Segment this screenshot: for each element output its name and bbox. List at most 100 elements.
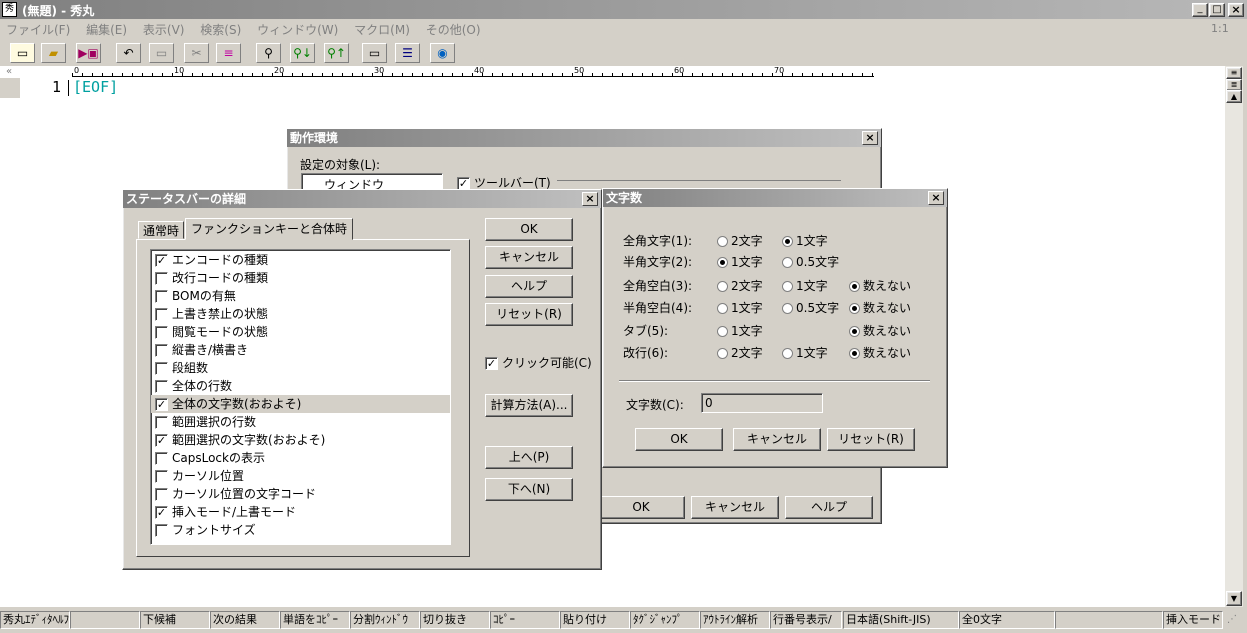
close-button[interactable]: × bbox=[1228, 3, 1244, 17]
radio-button[interactable] bbox=[717, 303, 728, 314]
list-item-checkbox[interactable]: ✓ bbox=[155, 254, 168, 267]
list-item-checkbox[interactable] bbox=[155, 308, 168, 321]
status-help-button[interactable]: ヘルプ bbox=[485, 275, 573, 298]
list-item[interactable]: ✓ エンコードの種類 bbox=[151, 251, 450, 269]
count-option[interactable]: 1文字 bbox=[717, 299, 763, 316]
list-item-checkbox[interactable] bbox=[155, 524, 168, 537]
status-item-list[interactable]: ✓ エンコードの種類 改行コードの種類 BOMの有無 上書き禁止の状態 閲覧モード… bbox=[150, 249, 451, 545]
count-ok-button[interactable]: OK bbox=[635, 428, 723, 451]
find-up-icon[interactable]: ⚲↑ bbox=[324, 43, 349, 63]
count-option[interactable]: 0.5文字 bbox=[782, 253, 839, 270]
list-item-checkbox[interactable] bbox=[155, 452, 168, 465]
move-down-button[interactable]: 下へ(N) bbox=[485, 478, 573, 501]
list-item[interactable]: 上書き禁止の状態 bbox=[151, 305, 450, 323]
list-item-checkbox[interactable] bbox=[155, 326, 168, 339]
fkey-9[interactable]: 貼り付け bbox=[560, 611, 630, 629]
list-item[interactable]: 段組数 bbox=[151, 359, 450, 377]
count-option[interactable]: 2文字 bbox=[717, 277, 763, 294]
list-item-checkbox[interactable] bbox=[155, 362, 168, 375]
menu-view[interactable]: 表示(V) bbox=[143, 23, 185, 37]
count-option[interactable]: 数えない bbox=[849, 344, 911, 361]
env-help-button[interactable]: ヘルプ bbox=[785, 496, 873, 519]
env-dialog-close-icon[interactable]: × bbox=[862, 131, 878, 145]
radio-button[interactable] bbox=[849, 303, 860, 314]
count-option[interactable]: 1文字 bbox=[782, 232, 828, 249]
tab-normal[interactable]: 通常時 bbox=[138, 221, 185, 239]
tag-window-icon[interactable]: ▭ bbox=[362, 43, 387, 63]
count-option[interactable]: 1文字 bbox=[717, 253, 763, 270]
fkey-2[interactable] bbox=[70, 611, 140, 629]
vertical-scrollbar[interactable]: ≡ ≣ ▲ ▼ bbox=[1225, 66, 1243, 607]
env-ok-button[interactable]: OK bbox=[597, 496, 685, 519]
menu-window[interactable]: ウィンドウ(W) bbox=[257, 23, 338, 37]
radio-button[interactable] bbox=[717, 326, 728, 337]
clickable-checkbox-box[interactable]: ✓ bbox=[485, 357, 498, 370]
split-handle-icon[interactable]: ≡ bbox=[1226, 67, 1242, 79]
menu-search[interactable]: 検索(S) bbox=[200, 23, 241, 37]
fkey-1[interactable]: 秀丸ｴﾃﾞｨﾀﾍﾙﾌﾟ bbox=[0, 611, 70, 629]
radio-button[interactable] bbox=[849, 281, 860, 292]
char-count-status[interactable]: 全0文字 bbox=[959, 611, 1055, 629]
count-option[interactable]: 0.5文字 bbox=[782, 299, 839, 316]
count-option[interactable]: 数えない bbox=[849, 299, 911, 316]
list-item[interactable]: カーソル位置の文字コード bbox=[151, 485, 450, 503]
tab-function-key[interactable]: ファンクションキーと合体時 bbox=[185, 218, 354, 240]
fkey-6[interactable]: 分割ｳｨﾝﾄﾞｳ bbox=[350, 611, 420, 629]
scroll-up-arrow-icon[interactable]: ▲ bbox=[1226, 90, 1242, 103]
count-reset-button[interactable]: リセット(R) bbox=[827, 428, 915, 451]
split-window-icon[interactable]: ☰ bbox=[395, 43, 420, 63]
open-folder-icon[interactable]: ▰ bbox=[41, 43, 66, 63]
list-item-checkbox[interactable] bbox=[155, 488, 168, 501]
menu-other[interactable]: その他(O) bbox=[426, 23, 481, 37]
radio-button[interactable] bbox=[717, 348, 728, 359]
move-up-button[interactable]: 上へ(P) bbox=[485, 446, 573, 469]
maximize-button[interactable]: □ bbox=[1209, 3, 1225, 17]
fkey-7[interactable]: 切り抜き bbox=[420, 611, 490, 629]
fkey-12[interactable]: 行番号表示/ bbox=[770, 611, 842, 629]
list-item[interactable]: BOMの有無 bbox=[151, 287, 450, 305]
fkey-8[interactable]: ｺﾋﾟｰ bbox=[490, 611, 560, 629]
undo-icon[interactable]: ↶ bbox=[116, 43, 141, 63]
status-dialog-close-icon[interactable]: × bbox=[582, 192, 598, 206]
fkey-10[interactable]: ﾀｸﾞｼﾞｬﾝﾌﾟ bbox=[630, 611, 700, 629]
menu-macro[interactable]: マクロ(M) bbox=[354, 23, 410, 37]
list-item[interactable]: カーソル位置 bbox=[151, 467, 450, 485]
list-item[interactable]: CapsLockの表示 bbox=[151, 449, 450, 467]
radio-button[interactable] bbox=[717, 236, 728, 247]
list-item-checkbox[interactable] bbox=[155, 290, 168, 303]
help-icon[interactable]: ◉ bbox=[430, 43, 455, 63]
fkey-11[interactable]: ｱｳﾄﾗｲﾝ解析 bbox=[700, 611, 770, 629]
app-icon[interactable]: 秀 bbox=[2, 2, 17, 17]
radio-button[interactable] bbox=[782, 303, 793, 314]
list-item-checkbox[interactable]: ✓ bbox=[155, 434, 168, 447]
char-count-close-icon[interactable]: × bbox=[928, 191, 944, 205]
clickable-checkbox[interactable]: ✓ クリック可能(C) bbox=[485, 354, 592, 371]
insert-mode-status[interactable]: 挿入モード bbox=[1163, 611, 1223, 629]
fkey-5[interactable]: 単語をｺﾋﾟｰ bbox=[280, 611, 350, 629]
find-icon[interactable]: ⚲ bbox=[256, 43, 281, 63]
list-item-checkbox[interactable]: ✓ bbox=[155, 398, 168, 411]
list-item-checkbox[interactable] bbox=[155, 416, 168, 429]
new-file-icon[interactable]: ▭ bbox=[10, 43, 35, 63]
cut-icon[interactable]: ✂ bbox=[184, 43, 209, 63]
radio-button[interactable] bbox=[782, 281, 793, 292]
status-ok-button[interactable]: OK bbox=[485, 218, 573, 241]
radio-button[interactable] bbox=[782, 236, 793, 247]
count-option[interactable]: 1文字 bbox=[717, 322, 763, 339]
scroll-down-arrow-icon[interactable]: ▼ bbox=[1226, 591, 1242, 606]
count-option[interactable]: 2文字 bbox=[717, 344, 763, 361]
list-item[interactable]: ✓ 挿入モード/上書モード bbox=[151, 503, 450, 521]
resize-grip-icon[interactable]: ⋰ bbox=[1227, 614, 1237, 625]
find-down-icon[interactable]: ⚲↓ bbox=[290, 43, 315, 63]
list-item[interactable]: 閲覧モードの状態 bbox=[151, 323, 450, 341]
margin-collapse-icon[interactable]: « bbox=[6, 66, 12, 77]
radio-button[interactable] bbox=[782, 348, 793, 359]
status-reset-button[interactable]: リセット(R) bbox=[485, 303, 573, 326]
count-option[interactable]: 1文字 bbox=[782, 277, 828, 294]
list-item-checkbox[interactable] bbox=[155, 272, 168, 285]
paste-list-icon[interactable]: ≡ bbox=[216, 43, 241, 63]
list-item[interactable]: ✓ 範囲選択の文字数(おおよそ) bbox=[151, 431, 450, 449]
encoding-status[interactable]: 日本語(Shift-JIS) bbox=[843, 611, 959, 629]
list-item[interactable]: 全体の行数 bbox=[151, 377, 450, 395]
count-cancel-button[interactable]: キャンセル bbox=[733, 428, 821, 451]
